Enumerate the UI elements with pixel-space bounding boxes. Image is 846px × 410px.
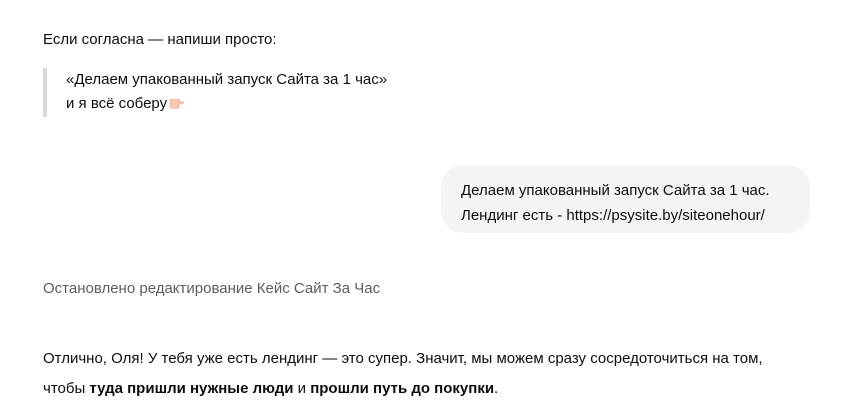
assistant-intro-text: Если согласна — напиши просто: — [43, 31, 277, 48]
assistant-blockquote: «Делаем упакованный запуск Сайта за 1 ча… — [43, 68, 387, 117]
assistant-reply: Отлично, Оля! У тебя уже есть лендинг — … — [43, 344, 763, 404]
reply-text-pre: чтобы — [43, 380, 90, 397]
reply-bold-1: туда пришли нужные люди — [89, 380, 294, 397]
chat-page: Если согласна — напиши просто: «Делаем у… — [0, 0, 846, 410]
pointing-hand-icon — [169, 98, 184, 109]
quote-line-2-text: и я всё соберу — [66, 95, 168, 112]
user-message-bubble: Делаем упакованный запуск Сайта за 1 час… — [441, 165, 810, 233]
editing-stopped-status: Остановлено редактирование Кейс Сайт За … — [43, 280, 381, 297]
reply-line-2: чтобы туда пришли нужные люди и прошли п… — [43, 374, 763, 404]
reply-text-end: . — [494, 380, 499, 397]
quote-line-1: «Делаем упакованный запуск Сайта за 1 ча… — [66, 71, 388, 88]
reply-text-mid: и — [293, 380, 311, 397]
reply-line-1: Отлично, Оля! У тебя уже есть лендинг — … — [43, 350, 763, 367]
quote-line-2: и я всё соберу — [66, 92, 387, 116]
user-message-line-1: Делаем упакованный запуск Сайта за 1 час… — [461, 182, 770, 199]
reply-bold-2: прошли путь до покупки — [310, 380, 495, 397]
user-message-line-2: Лендинг есть - https://psysite.by/siteon… — [461, 207, 765, 224]
